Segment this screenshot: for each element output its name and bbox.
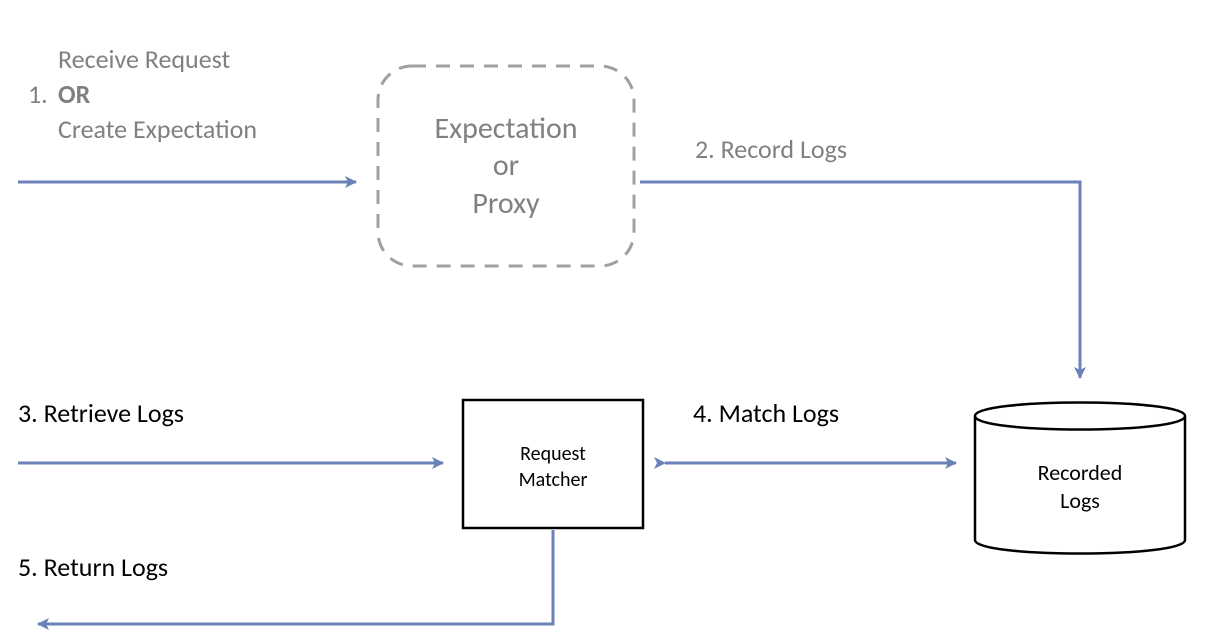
step4-label: 4. Match Logs	[693, 397, 839, 429]
expectation-box: Expectation or Proxy	[378, 66, 634, 266]
expectation-line3: Proxy	[472, 185, 540, 222]
matcher-line1: Request	[520, 442, 586, 466]
step5-label: 5. Return Logs	[18, 551, 168, 583]
cyl-line1: Recorded	[1038, 459, 1123, 486]
matcher-line2: Matcher	[519, 468, 588, 492]
expectation-line2: or	[493, 147, 519, 184]
cyl-line2: Logs	[1060, 487, 1100, 514]
expectation-line1: Expectation	[434, 110, 577, 147]
request-matcher-box: Request Matcher	[463, 400, 643, 528]
step1-number: 1.	[28, 78, 48, 110]
step1-line1: Receive Request	[58, 43, 231, 75]
step3-label: 3. Retrieve Logs	[18, 397, 184, 429]
step1-line2: OR	[58, 78, 91, 110]
step2-label: 2. Record Logs	[695, 133, 847, 165]
step1-label: 1. Receive Request OR Create Expectation	[28, 43, 257, 145]
step1-line3: Create Expectation	[58, 113, 257, 145]
recorded-logs-cylinder: Recorded Logs	[975, 403, 1185, 554]
arrow-step2	[640, 182, 1080, 378]
